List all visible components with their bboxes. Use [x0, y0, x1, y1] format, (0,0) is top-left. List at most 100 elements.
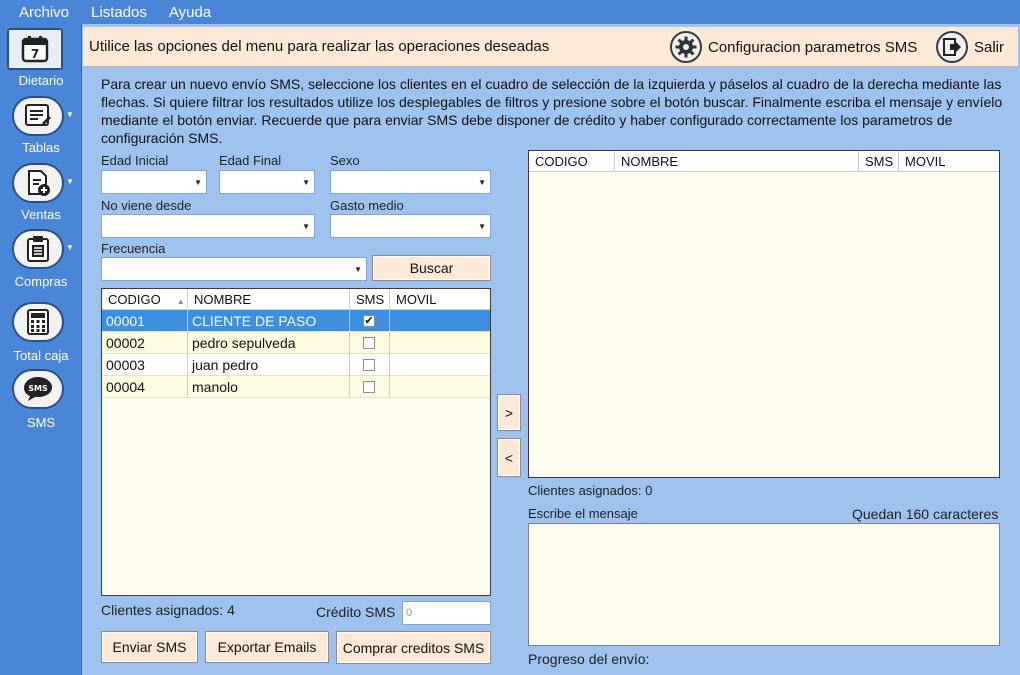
cell-nombre: CLIENTE DE PASO	[188, 310, 350, 332]
page-title: Utilice las opciones del menu para reali…	[89, 38, 550, 55]
sidebar-item-ventas[interactable]	[12, 163, 64, 203]
edad-inicial-select[interactable]: ▼	[101, 170, 207, 194]
exportar-emails-button[interactable]: Exportar Emails	[205, 631, 329, 663]
assigned-grid[interactable]: CODIGO NOMBRE SMS MOVIL	[528, 150, 1000, 478]
chevron-down-icon: ▼	[478, 222, 486, 231]
clipboard-icon	[27, 236, 49, 262]
col-movil[interactable]: MOVIL	[899, 151, 999, 172]
config-sms-button[interactable]: Configuracion parametros SMS	[670, 31, 917, 63]
cell-nombre: juan pedro	[188, 354, 350, 376]
edad-final-select[interactable]: ▼	[219, 170, 315, 194]
chevron-down-icon: ▼	[478, 178, 486, 187]
assigned-grid-header: CODIGO NOMBRE SMS MOVIL	[529, 151, 999, 172]
cell-movil	[390, 376, 490, 398]
buscar-button[interactable]: Buscar	[372, 255, 491, 281]
col-sms[interactable]: SMS	[350, 289, 390, 310]
gear-icon	[670, 31, 702, 63]
sms-checkbox[interactable]	[363, 359, 375, 371]
header-bar: Utilice las opciones del menu para reali…	[83, 27, 1018, 67]
chevron-down-icon: ▼	[302, 178, 310, 187]
menu-listados[interactable]: Listados	[91, 4, 147, 21]
col-codigo[interactable]: CODIGO	[529, 151, 615, 172]
sidebar-item-dietario[interactable]: 7	[7, 28, 63, 70]
credito-label: Crédito SMS	[316, 604, 396, 620]
col-nombre[interactable]: NOMBRE	[188, 289, 350, 310]
compras-caret-icon[interactable]: ▼	[66, 243, 74, 252]
col-nombre[interactable]: NOMBRE	[615, 151, 859, 172]
chevron-down-icon: ▼	[194, 178, 202, 187]
credito-input[interactable]: 0	[402, 601, 491, 625]
no-viene-select[interactable]: ▼	[101, 214, 315, 238]
menu-archivo[interactable]: Archivo	[19, 4, 69, 21]
cell-sms	[350, 376, 390, 398]
col-movil[interactable]: MOVIL	[390, 289, 490, 310]
cell-movil	[390, 354, 490, 376]
sidebar-item-total-caja[interactable]	[12, 302, 64, 342]
table-row[interactable]: 00003 juan pedro	[102, 354, 490, 376]
no-viene-label: No viene desde	[101, 198, 192, 213]
tablas-caret-icon[interactable]: ▼	[66, 110, 74, 119]
clients-grid[interactable]: CODIGO ▲ NOMBRE SMS MOVIL 00001 CLIENTE D…	[101, 288, 491, 596]
gasto-medio-label: Gasto medio	[330, 198, 404, 213]
sidebar-label-total-caja: Total caja	[13, 348, 69, 363]
col-sms[interactable]: SMS	[859, 151, 899, 172]
sexo-label: Sexo	[330, 153, 360, 168]
cell-sms	[350, 332, 390, 354]
sidebar-item-tablas[interactable]	[12, 96, 64, 136]
menu-ayuda[interactable]: Ayuda	[169, 4, 211, 21]
edad-final-label: Edad Final	[219, 153, 282, 168]
comprar-creditos-button[interactable]: Comprar creditos SMS	[336, 631, 491, 664]
move-right-button[interactable]: >	[497, 394, 521, 431]
calculator-icon	[27, 309, 49, 335]
config-sms-label: Configuracion parametros SMS	[708, 38, 918, 56]
exit-button[interactable]: Salir	[936, 31, 1004, 63]
cell-movil	[390, 310, 490, 332]
progreso-label: Progreso del envío:	[528, 651, 650, 667]
cell-nombre: pedro sepulveda	[188, 332, 350, 354]
gasto-medio-select[interactable]: ▼	[330, 214, 491, 238]
col-codigo[interactable]: CODIGO ▲	[102, 289, 188, 310]
enviar-sms-button[interactable]: Enviar SMS	[101, 631, 198, 663]
menu-bar: Archivo Listados Ayuda	[0, 0, 1020, 24]
table-row[interactable]: 00001 CLIENTE DE PASO ✔	[102, 310, 490, 332]
cell-codigo: 00003	[102, 354, 188, 376]
calendar-icon: 7	[21, 36, 49, 63]
clients-grid-header: CODIGO ▲ NOMBRE SMS MOVIL	[102, 289, 490, 310]
sms-checkbox[interactable]	[363, 381, 375, 393]
list-icon	[25, 104, 51, 126]
exit-icon	[936, 31, 968, 63]
sexo-select[interactable]: ▼	[330, 170, 491, 194]
sidebar-item-sms[interactable]: SMS	[12, 369, 64, 409]
sms-icon-text: SMS	[28, 384, 48, 393]
calendar-day-text: 7	[31, 47, 39, 61]
table-row[interactable]: 00004 manolo	[102, 376, 490, 398]
sidebar-label-sms: SMS	[26, 415, 56, 430]
cell-codigo: 00004	[102, 376, 188, 398]
sort-icon: ▲	[176, 297, 185, 306]
ventas-caret-icon[interactable]: ▼	[66, 177, 74, 186]
clientes-asignados-left: Clientes asignados: 4	[101, 602, 235, 618]
sidebar-label-ventas: Ventas	[21, 207, 61, 222]
sms-checkbox[interactable]: ✔	[363, 315, 375, 327]
chevron-down-icon: ▼	[302, 222, 310, 231]
mensaje-label: Escribe el mensaje	[528, 506, 638, 521]
sidebar-label-tablas: Tablas	[22, 140, 60, 155]
instructions-text: Para crear un nuevo envío SMS, seleccion…	[101, 76, 1003, 146]
chevron-down-icon: ▼	[354, 265, 362, 274]
move-left-button[interactable]: <	[497, 438, 521, 477]
document-add-icon	[28, 170, 50, 196]
sidebar: 7 Dietario ▼ Tablas ▼ Ventas ▼ Compras T…	[0, 24, 82, 675]
frecuencia-label: Frecuencia	[101, 241, 166, 256]
cell-codigo: 00001	[102, 310, 188, 332]
table-row[interactable]: 00002 pedro sepulveda	[102, 332, 490, 354]
edad-inicial-label: Edad Inicial	[101, 153, 169, 168]
message-textarea[interactable]	[528, 523, 1000, 646]
cell-movil	[390, 332, 490, 354]
clientes-asignados-right: Clientes asignados: 0	[528, 483, 653, 498]
sidebar-label-dietario: Dietario	[18, 73, 64, 88]
sms-checkbox[interactable]	[363, 337, 375, 349]
frecuencia-select[interactable]: ▼	[101, 257, 367, 281]
cell-sms: ✔	[350, 310, 390, 332]
sidebar-item-compras[interactable]	[12, 229, 64, 269]
cell-sms	[350, 354, 390, 376]
